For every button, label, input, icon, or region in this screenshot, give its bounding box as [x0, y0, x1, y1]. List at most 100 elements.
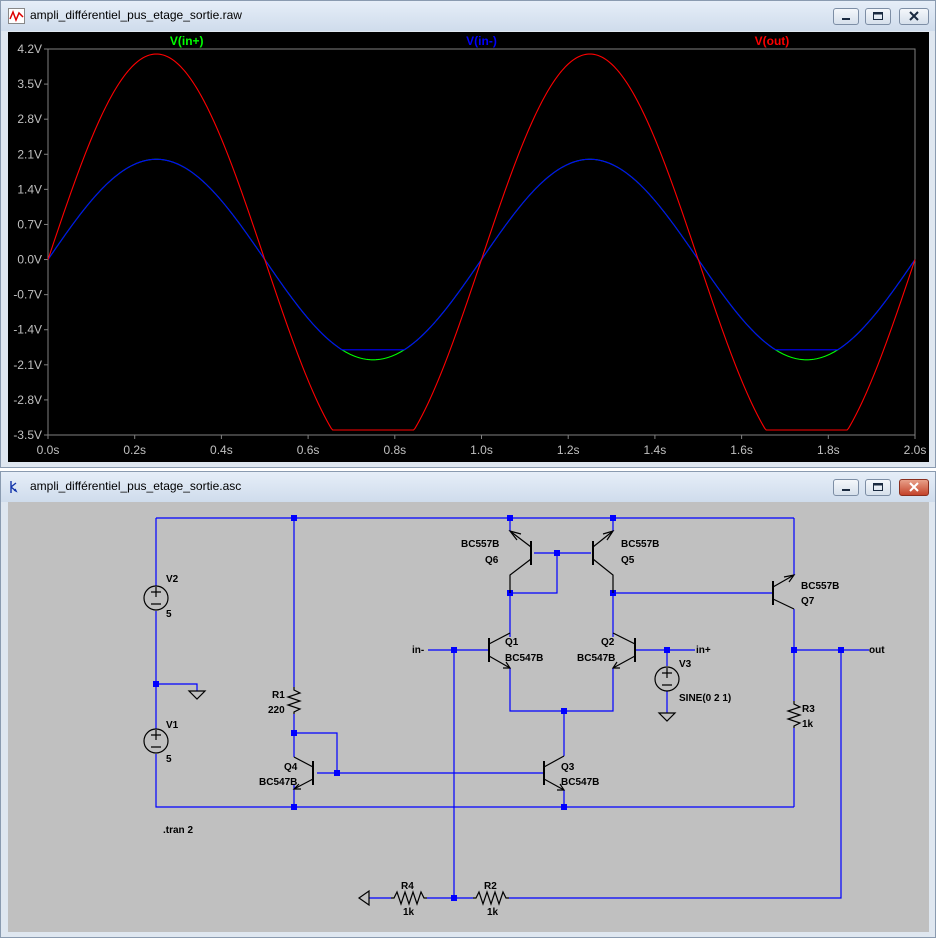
- waveform-window: ampli_différentiel_pus_etage_sortie.raw …: [0, 0, 936, 468]
- label-r4: R4: [401, 881, 414, 892]
- label-q4: Q4: [284, 762, 298, 773]
- schematic-titlebar[interactable]: ampli_différentiel_pus_etage_sortie.asc: [1, 472, 935, 502]
- y-tick-label: -3.5V: [13, 428, 42, 442]
- legend-vin: V(in-): [466, 34, 497, 48]
- waveform-plot[interactable]: 4.2V 3.5V 2.8V 2.1V 1.4V 0.7V 0.0V -0.7V -1.4V -2…: [8, 32, 929, 462]
- label-q6-model: BC557B: [461, 539, 499, 550]
- maximize-button[interactable]: [865, 8, 891, 25]
- r4-resistor[interactable]: [391, 890, 427, 906]
- maximize-button-2[interactable]: [865, 479, 891, 496]
- waveform-app-icon: [8, 8, 25, 24]
- y-tick-label: -2.8V: [13, 393, 42, 407]
- label-v2: V2: [166, 574, 179, 585]
- x-tick-label: 0.0s: [37, 443, 60, 457]
- ground-symbol-3: [357, 889, 370, 907]
- wires: [155, 517, 869, 899]
- label-r2-value: 1k: [487, 907, 499, 918]
- y-tick-label: 1.4V: [17, 182, 42, 196]
- y-tick-label: -1.4V: [13, 323, 42, 337]
- label-q6: Q6: [485, 555, 499, 566]
- label-q2-model: BC547B: [577, 653, 615, 664]
- q7-transistor[interactable]: [772, 574, 796, 610]
- minimize-icon: [842, 18, 850, 20]
- label-v3: V3: [679, 659, 692, 670]
- label-q1-model: BC547B: [505, 653, 543, 664]
- schematic-app-icon: [10, 481, 18, 493]
- series-vin: [47, 158, 916, 351]
- label-v3-value: SINE(0 2 1): [679, 693, 731, 704]
- label-r1-value: 220: [268, 705, 285, 716]
- q2-transistor[interactable]: [611, 632, 636, 669]
- schematic-window: ampli_différentiel_pus_etage_sortie.asc: [0, 471, 936, 938]
- schematic-drawing[interactable]: V2 5 V1 5 R1 220 Q4 BC547B Q3 BC547B Q1 …: [8, 502, 929, 932]
- label-in-minus: in-: [412, 645, 424, 656]
- ground-symbol: [187, 690, 207, 700]
- label-q5: Q5: [621, 555, 635, 566]
- series-vout: [47, 53, 916, 431]
- waveform-chart[interactable]: 4.2V 3.5V 2.8V 2.1V 1.4V 0.7V 0.0V -0.7V -1.4V -2…: [8, 32, 929, 462]
- label-r3-value: 1k: [802, 719, 814, 730]
- plot-frame: [47, 48, 916, 436]
- close-icon: [909, 11, 919, 21]
- x-tick-label: 1.8s: [817, 443, 840, 457]
- y-tick-label: 0.7V: [17, 217, 42, 231]
- label-v2-value: 5: [166, 609, 172, 620]
- minimize-button-2[interactable]: [833, 479, 859, 496]
- label-v1-value: 5: [166, 754, 172, 765]
- label-q5-model: BC557B: [621, 539, 659, 550]
- label-r3: R3: [802, 704, 815, 715]
- y-tick-label: 2.1V: [17, 147, 42, 161]
- label-q4-model: BC547B: [259, 777, 297, 788]
- y-tick-label: -0.7V: [13, 288, 42, 302]
- label-r2: R2: [484, 881, 497, 892]
- schematic-canvas[interactable]: V2 5 V1 5 R1 220 Q4 BC547B Q3 BC547B Q1 …: [8, 502, 929, 932]
- waveform-window-title: ampli_différentiel_pus_etage_sortie.raw: [30, 8, 242, 22]
- y-tick-label: 2.8V: [17, 112, 42, 126]
- y-tick-label: -2.1V: [13, 358, 42, 372]
- v1-source[interactable]: [143, 728, 169, 754]
- minimize-button[interactable]: [833, 8, 859, 25]
- r1-resistor[interactable]: [286, 687, 302, 714]
- label-q7-model: BC557B: [801, 581, 839, 592]
- label-r1: R1: [272, 690, 285, 701]
- y-tick-label: 4.2V: [17, 42, 42, 56]
- close-button[interactable]: [899, 8, 929, 25]
- legend-vin: V(in+): [170, 34, 204, 48]
- label-v1: V1: [166, 720, 179, 731]
- y-tick-label: 3.5V: [17, 77, 42, 91]
- x-tick-label: 0.4s: [210, 443, 233, 457]
- label-q1: Q1: [505, 637, 519, 648]
- ground-symbol-2: [657, 712, 677, 722]
- label-q2: Q2: [601, 637, 615, 648]
- x-tick-label: 1.0s: [470, 443, 493, 457]
- x-tick-label: 1.6s: [730, 443, 753, 457]
- label-in-plus: in+: [696, 645, 711, 656]
- x-tick-label: 1.2s: [557, 443, 580, 457]
- y-tick-label: 0.0V: [17, 253, 42, 267]
- maximize-icon: [873, 483, 883, 491]
- label-q3-model: BC547B: [561, 777, 599, 788]
- label-q7: Q7: [801, 596, 815, 607]
- x-tick-label: 0.2s: [123, 443, 146, 457]
- label-out: out: [869, 645, 885, 656]
- v3-source[interactable]: [654, 666, 680, 692]
- r3-resistor[interactable]: [786, 701, 802, 728]
- q6-transistor[interactable]: [508, 529, 532, 593]
- r2-resistor[interactable]: [473, 890, 509, 906]
- close-button-2[interactable]: [899, 479, 929, 496]
- v2-source[interactable]: [143, 585, 169, 611]
- maximize-icon: [873, 12, 883, 20]
- x-tick-label: 1.4s: [644, 443, 667, 457]
- x-tick-label: 0.6s: [297, 443, 320, 457]
- label-q3: Q3: [561, 762, 575, 773]
- waveform-titlebar[interactable]: ampli_différentiel_pus_etage_sortie.raw: [1, 1, 935, 31]
- label-r4-value: 1k: [403, 907, 415, 918]
- junction-dots: [153, 515, 844, 901]
- legend-vout: V(out): [755, 34, 790, 48]
- x-tick-label: 2.0s: [904, 443, 927, 457]
- x-tick-label: 0.8s: [383, 443, 406, 457]
- minimize-icon: [842, 489, 850, 491]
- close-icon: [909, 482, 919, 492]
- schematic-window-title: ampli_différentiel_pus_etage_sortie.asc: [30, 479, 242, 493]
- q5-transistor[interactable]: [592, 529, 615, 593]
